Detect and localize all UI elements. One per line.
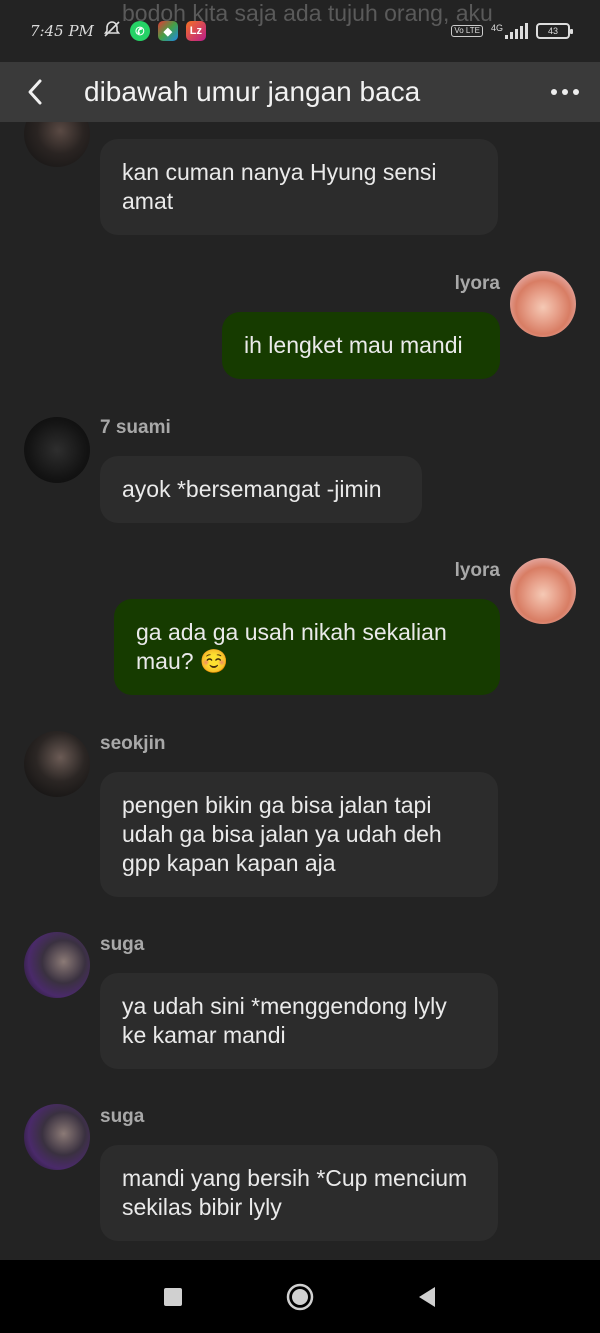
battery-level: 43: [547, 26, 558, 36]
app-notification-icon: ◆: [157, 21, 178, 41]
home-circle-icon: [286, 1283, 314, 1310]
avatar-lyora[interactable]: [510, 271, 576, 337]
system-nav-bar: [0, 1260, 600, 1333]
avatar-lyora[interactable]: [510, 558, 576, 624]
home-button[interactable]: [280, 1277, 320, 1317]
message-bubble[interactable]: pengen bikin ga bisa jalan tapi udah ga …: [100, 772, 498, 897]
message-bubble[interactable]: kan cuman nanya Hyung sensi amat: [100, 139, 498, 235]
message-bubble[interactable]: ih lengket mau mandi: [222, 312, 500, 379]
volte-icon: Vo LTE: [451, 25, 483, 37]
message-bubble[interactable]: ya udah sini *menggendong lyly ke kamar …: [100, 973, 498, 1069]
chat-title: dibawah umur jangan baca: [84, 76, 421, 107]
triangle-back-icon: [418, 1286, 435, 1307]
recent-apps-button[interactable]: [153, 1277, 193, 1317]
status-time: 7:45 PM: [30, 22, 94, 40]
sender-name: 7 suami: [100, 417, 171, 438]
avatar-seokjin[interactable]: [24, 731, 90, 797]
sender-name: lyora: [454, 273, 500, 294]
sender-name: seokjin: [100, 733, 166, 754]
chat-message-list[interactable]: jungkook kan cuman nanya Hyung sensi ama…: [0, 122, 600, 1260]
network-type: 4G: [490, 23, 503, 33]
mute-bell-icon: [102, 19, 122, 44]
signal-icon: [505, 23, 528, 39]
back-nav-button[interactable]: [407, 1277, 447, 1317]
more-options-button[interactable]: [530, 62, 600, 122]
sender-name: suga: [100, 934, 145, 955]
message-bubble[interactable]: mandi yang bersih *Cup mencium sekilas b…: [100, 1145, 498, 1241]
message-bubble[interactable]: ayok *bersemangat -jimin: [100, 456, 422, 523]
lazada-icon: Lz: [185, 21, 206, 41]
avatar-suga[interactable]: [24, 932, 90, 998]
avatar-suga[interactable]: [24, 1104, 90, 1170]
square-icon: [164, 1287, 183, 1306]
status-bar: 7:45 PM ✆ ◆ Lz Vo LTE 4G 43: [0, 0, 600, 62]
sender-name: lyora: [454, 560, 500, 581]
sender-name: suga: [100, 1106, 145, 1127]
avatar-group[interactable]: [24, 417, 90, 483]
avatar-jungkook[interactable]: [24, 122, 90, 167]
battery-icon: 43: [536, 23, 573, 39]
chevron-left-icon: [28, 79, 42, 105]
chat-header: dibawah umur jangan baca: [0, 62, 600, 122]
whatsapp-icon: ✆: [129, 21, 150, 41]
back-button[interactable]: [0, 62, 70, 122]
message-bubble[interactable]: ga ada ga usah nikah sekalian mau? ☺️: [114, 599, 500, 695]
